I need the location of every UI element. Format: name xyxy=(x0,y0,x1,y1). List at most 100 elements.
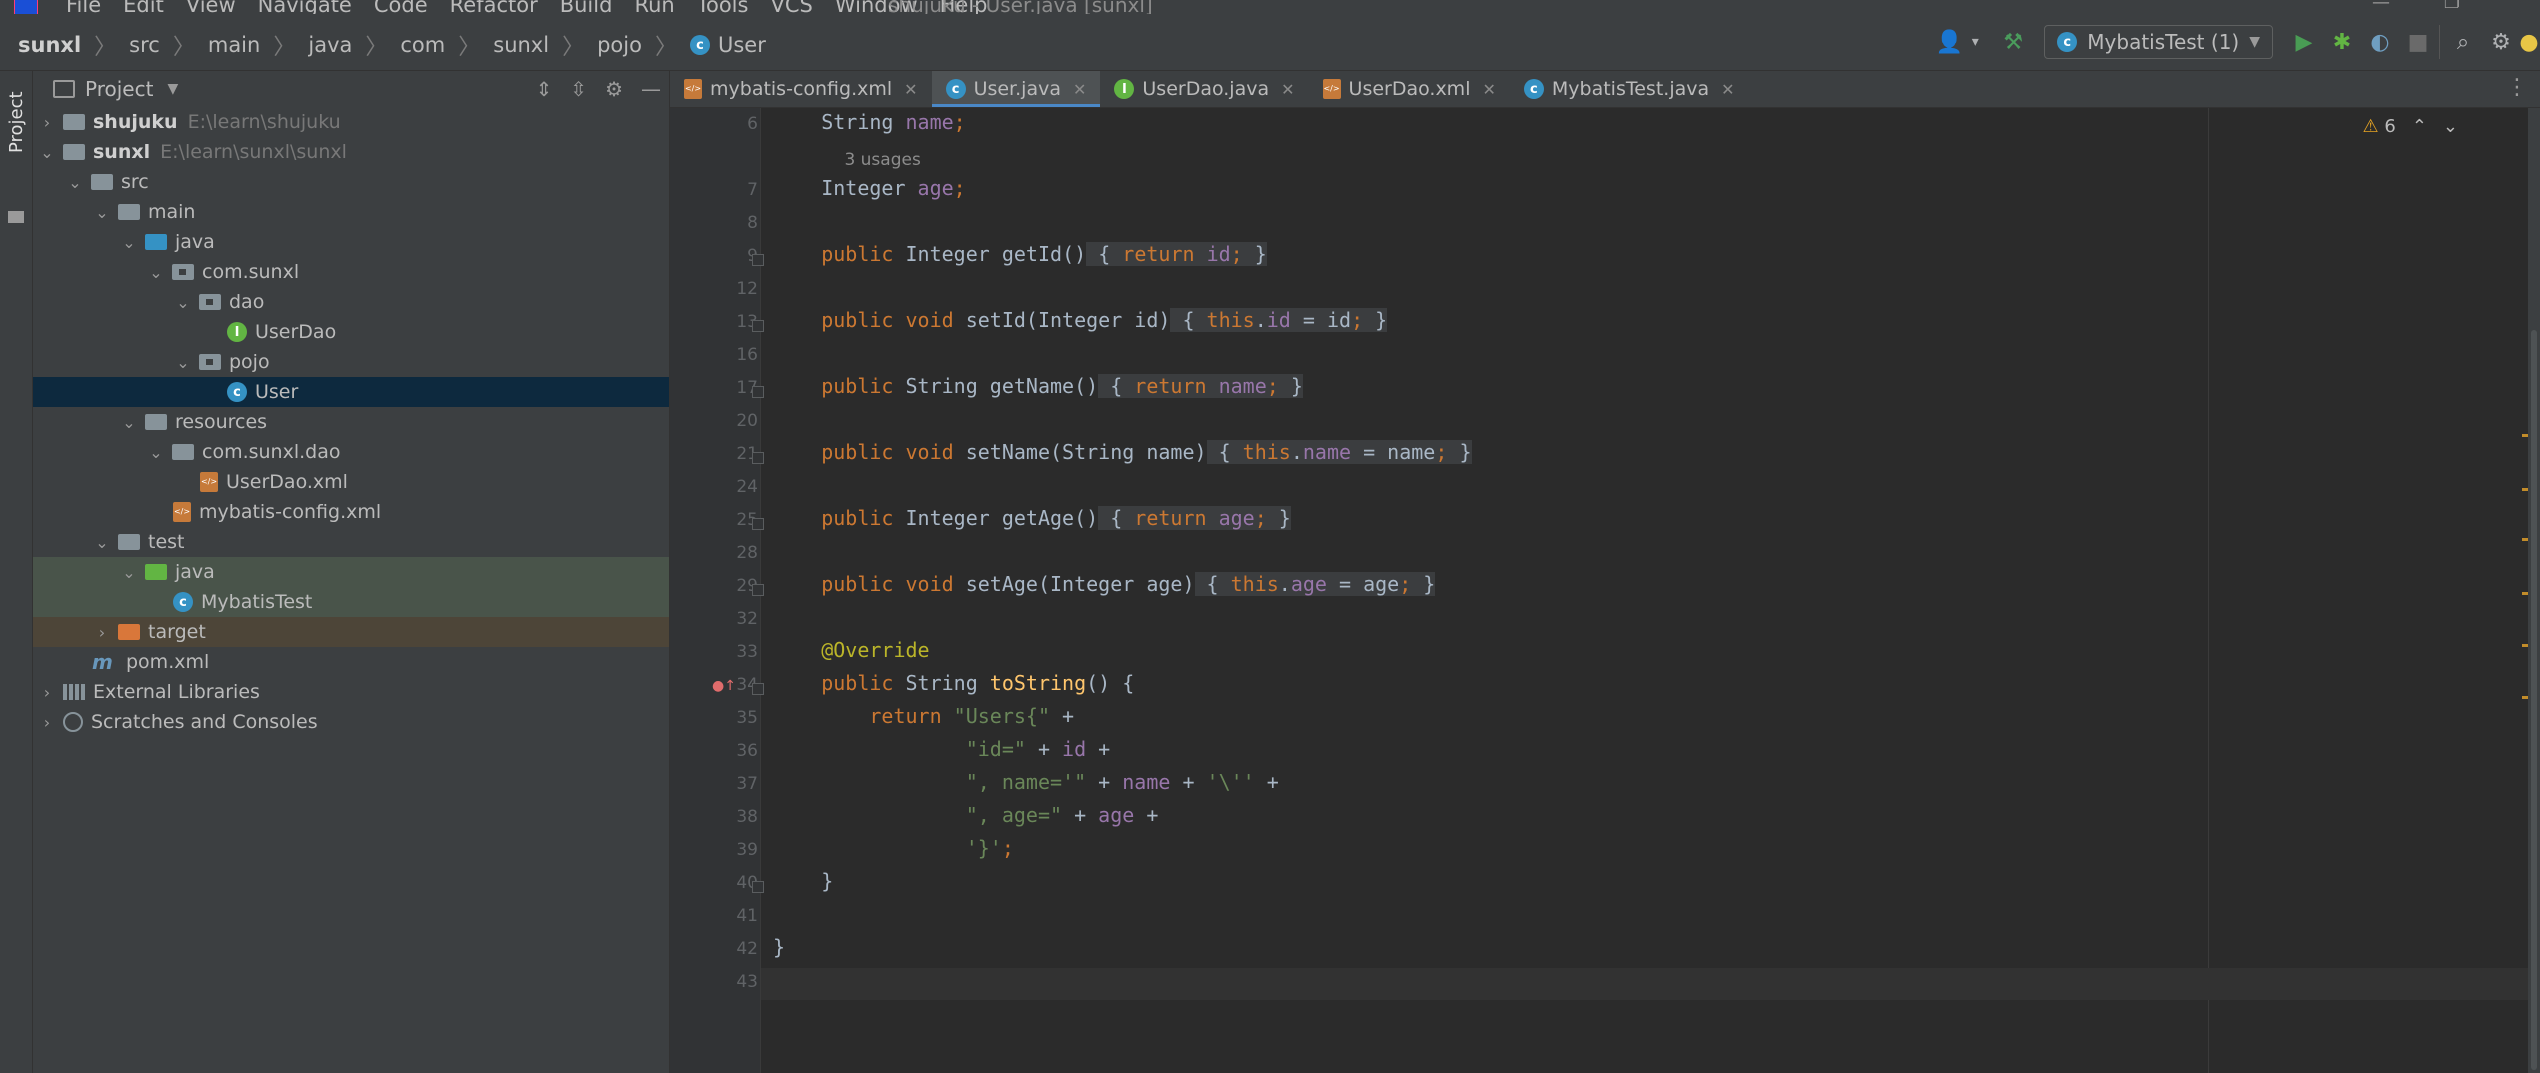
run-configuration-select[interactable]: c MybatisTest (1) ▼ xyxy=(2044,25,2273,59)
tree-item-external-libraries[interactable]: › External Libraries xyxy=(33,677,669,707)
code-editor[interactable]: 6 7 8 9 12 13 16 17 20 21 24 25 28 29 32… xyxy=(670,108,2540,1073)
maximize-icon[interactable]: ❐ xyxy=(2444,0,2460,13)
breadcrumb-java[interactable]: java xyxy=(308,33,352,57)
breadcrumb-src[interactable]: src xyxy=(129,33,160,57)
chevron-down-icon[interactable]: ⌄ xyxy=(146,443,166,462)
tree-item-dao[interactable]: ⌄ dao xyxy=(33,287,669,317)
breadcrumb-com[interactable]: com xyxy=(400,33,445,57)
folder-icon xyxy=(118,204,140,220)
expand-all-icon[interactable]: ⇕ xyxy=(536,77,553,101)
chevron-right-icon[interactable]: › xyxy=(92,623,112,642)
breadcrumb-user[interactable]: c User xyxy=(689,33,766,57)
tree-item-mybatis-config-xml[interactable]: </> mybatis-config.xml xyxy=(33,497,669,527)
tree-item-java[interactable]: ⌄ java xyxy=(33,227,669,257)
tree-item-test-java[interactable]: ⌄ java xyxy=(33,557,669,587)
menu-edit[interactable]: Edit xyxy=(123,0,164,14)
coverage-icon[interactable]: ◐ xyxy=(2363,25,2397,59)
close-icon[interactable]: ✕ xyxy=(904,80,917,99)
tree-item-pom-xml[interactable]: m pom.xml xyxy=(33,647,669,677)
tree-item-userdao-xml[interactable]: </> UserDao.xml xyxy=(33,467,669,497)
tab-userdao-java[interactable]: I UserDao.java ✕ xyxy=(1100,71,1308,107)
tab-mybatis-config-xml[interactable]: </> mybatis-config.xml ✕ xyxy=(670,71,932,107)
chevron-down-icon[interactable]: ⌄ xyxy=(146,263,166,282)
close-icon[interactable]: ✕ xyxy=(1073,80,1086,99)
run-icon[interactable]: ▶ xyxy=(2287,25,2321,59)
xml-file-icon: </> xyxy=(1322,79,1341,99)
settings-gear-icon[interactable]: ⚙ xyxy=(2484,25,2518,59)
breadcrumb-main[interactable]: main xyxy=(208,33,260,57)
inspection-widget[interactable]: ⚠ 6 ⌃ ⌄ xyxy=(2362,116,2458,137)
chevron-down-icon[interactable]: ⌄ xyxy=(37,143,57,162)
gear-icon[interactable]: ⚙ xyxy=(605,77,623,101)
tree-item-test[interactable]: ⌄ test xyxy=(33,527,669,557)
hide-icon[interactable]: — xyxy=(641,77,661,101)
more-tabs-icon[interactable]: ⋮ xyxy=(2506,75,2528,100)
tree-item-src[interactable]: ⌄ src xyxy=(33,167,669,197)
menu-code[interactable]: Code xyxy=(374,0,428,14)
breadcrumb-sunxl[interactable]: sunxl xyxy=(493,33,549,57)
chevron-down-icon[interactable]: ▾ xyxy=(1958,25,1992,59)
chevron-down-icon[interactable]: ⌄ xyxy=(119,413,139,432)
chevron-down-icon[interactable]: ⌄ xyxy=(92,203,112,222)
menu-refactor[interactable]: Refactor xyxy=(450,0,538,14)
collapse-all-icon[interactable]: ⇳ xyxy=(570,77,587,101)
menu-vcs[interactable]: VCS xyxy=(770,0,812,14)
editor-scrollbar[interactable] xyxy=(2528,108,2540,1073)
warning-count[interactable]: ⚠ 6 xyxy=(2362,116,2395,137)
tab-mybatistest-java[interactable]: c MybatisTest.java ✕ xyxy=(1510,71,1749,107)
tree-item-mybatistest[interactable]: c MybatisTest xyxy=(33,587,669,617)
plugin-icon[interactable]: ● xyxy=(2519,25,2538,59)
tree-item-target[interactable]: › target xyxy=(33,617,669,647)
tree-item-sunxl[interactable]: ⌄ sunxl E:\learn\sunxl\sunxl xyxy=(33,137,669,167)
tree-item-user[interactable]: c User xyxy=(33,377,669,407)
tree-item-main[interactable]: ⌄ main xyxy=(33,197,669,227)
chevron-right-icon[interactable]: › xyxy=(37,713,57,732)
code-line: public Integer getId() { return id; } xyxy=(821,242,1267,266)
folder-icon[interactable] xyxy=(8,211,24,223)
code-line-current[interactable] xyxy=(761,968,2540,1000)
close-icon[interactable]: ✕ xyxy=(1721,80,1734,99)
chevron-down-icon[interactable]: ⌄ xyxy=(119,563,139,582)
search-icon[interactable]: ⌕ xyxy=(2439,25,2480,59)
override-method-icon[interactable]: ●↑ xyxy=(712,678,736,694)
tree-item-scratches[interactable]: › Scratches and Consoles xyxy=(33,707,669,737)
menu-run[interactable]: Run xyxy=(634,0,674,14)
close-icon[interactable]: ✕ xyxy=(1281,80,1294,99)
tree-item-shujuku[interactable]: › shujuku E:\learn\shujuku xyxy=(33,107,669,137)
project-tool-window-button[interactable]: Project xyxy=(6,91,27,153)
tree-item-com-sunxl[interactable]: ⌄ com.sunxl xyxy=(33,257,669,287)
code-inlay-hint[interactable]: 3 usages xyxy=(761,146,2540,178)
chevron-right-icon[interactable]: › xyxy=(37,113,57,132)
previous-highlight-icon[interactable]: ⌃ xyxy=(2412,116,2427,137)
chevron-down-icon[interactable]: ⌄ xyxy=(173,353,193,372)
menu-file[interactable]: File xyxy=(66,0,101,14)
tree-item-com-sunxl-dao[interactable]: ⌄ com.sunxl.dao xyxy=(33,437,669,467)
debug-icon[interactable]: ✱ xyxy=(2325,25,2359,59)
chevron-down-icon[interactable]: ⌄ xyxy=(119,233,139,252)
next-highlight-icon[interactable]: ⌄ xyxy=(2443,116,2458,137)
close-icon[interactable]: ✕ xyxy=(1482,80,1495,99)
line-number: 38 xyxy=(736,807,758,827)
menu-view[interactable]: View xyxy=(186,0,236,14)
stop-icon[interactable]: ■ xyxy=(2401,25,2435,59)
project-view-title[interactable]: Project xyxy=(85,77,153,101)
menu-navigate[interactable]: Navigate xyxy=(258,0,352,14)
menu-build[interactable]: Build xyxy=(560,0,613,14)
tree-item-resources[interactable]: ⌄ resources xyxy=(33,407,669,437)
tab-userdao-xml[interactable]: </> UserDao.xml ✕ xyxy=(1309,71,1510,107)
tree-item-userdao[interactable]: I UserDao xyxy=(33,317,669,347)
chevron-down-icon[interactable]: ⌄ xyxy=(92,533,112,552)
breadcrumb-project[interactable]: sunxl xyxy=(18,33,81,57)
breadcrumb-pojo[interactable]: pojo xyxy=(597,33,642,57)
menu-tools[interactable]: Tools xyxy=(697,0,749,14)
minimize-icon[interactable]: — xyxy=(2372,0,2390,13)
chevron-right-icon[interactable]: › xyxy=(37,683,57,702)
build-hammer-icon[interactable]: ⚒ xyxy=(1996,25,2030,59)
tree-item-pojo[interactable]: ⌄ pojo xyxy=(33,347,669,377)
chevron-down-icon[interactable]: ⌄ xyxy=(65,173,85,192)
chevron-down-icon[interactable]: ▼ xyxy=(167,81,178,97)
scrollbar-thumb[interactable] xyxy=(2531,330,2537,1070)
chevron-down-icon[interactable]: ⌄ xyxy=(173,293,193,312)
tab-user-java[interactable]: c User.java ✕ xyxy=(931,71,1101,107)
interface-icon: I xyxy=(1114,79,1135,99)
